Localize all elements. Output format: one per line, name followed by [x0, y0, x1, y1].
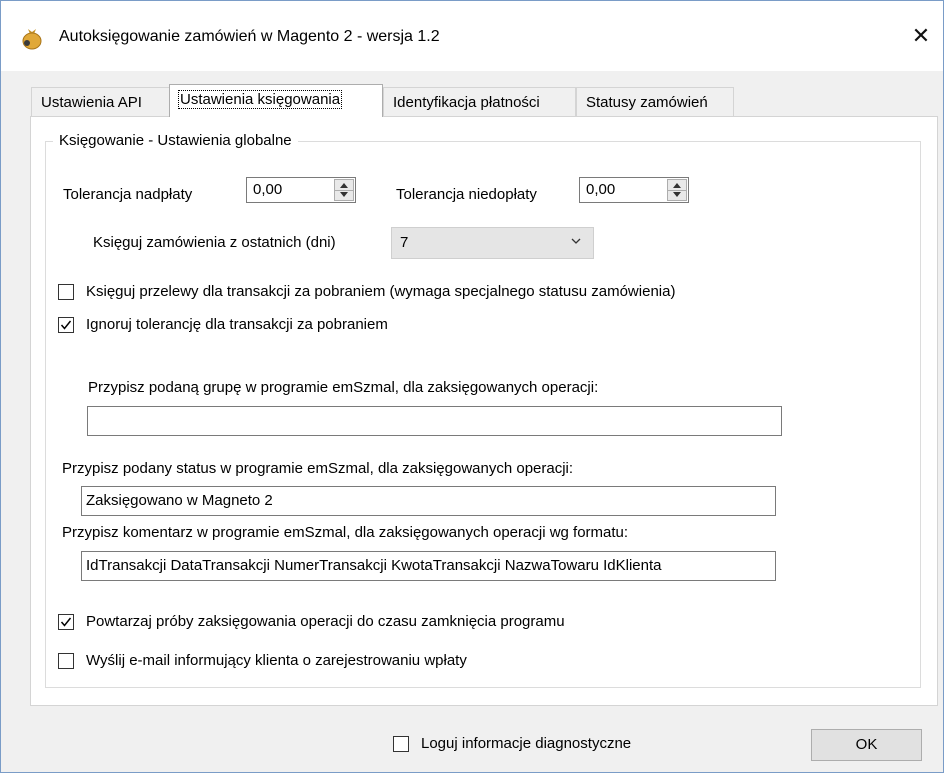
retry-checkbox[interactable]	[58, 614, 74, 630]
tab-payment-identification[interactable]: Identyfikacja płatności	[383, 87, 576, 116]
spin-down-icon[interactable]	[340, 192, 348, 197]
spin-down-icon[interactable]	[673, 192, 681, 197]
underpayment-stepper[interactable]: 0,00	[579, 177, 689, 203]
window-title: Autoksięgowanie zamówień w Magento 2 - w…	[59, 28, 440, 45]
overpayment-stepper[interactable]: 0,00	[246, 177, 356, 203]
tab-accounting-settings[interactable]: Ustawienia księgowania	[169, 84, 383, 117]
tab-order-statuses[interactable]: Statusy zamówień	[576, 87, 734, 116]
ignore-tolerance-checkbox[interactable]	[58, 317, 74, 333]
group-field-label: Przypisz podaną grupę w programie emSzma…	[88, 379, 599, 396]
title-bar: Autoksięgowanie zamówień w Magento 2 - w…	[1, 1, 943, 71]
group-input[interactable]	[87, 406, 782, 436]
ignore-tolerance-label: Ignoruj tolerancję dla transakcji za pob…	[86, 316, 388, 333]
group-title: Księgowanie - Ustawienia globalne	[53, 132, 298, 149]
spin-buttons[interactable]	[667, 179, 687, 201]
retry-label: Powtarzaj próby zaksięgowania operacji d…	[86, 613, 565, 630]
log-diagnostics-label: Loguj informacje diagnostyczne	[421, 735, 632, 752]
status-field-label: Przypisz podany status w programie emSzm…	[62, 460, 574, 477]
overpayment-label: Tolerancja nadpłaty	[63, 186, 193, 203]
underpayment-label: Tolerancja niedopłaty	[396, 186, 537, 203]
status-input[interactable]: Zaksięgowano w Magneto 2	[81, 486, 776, 516]
chevron-down-icon	[571, 238, 581, 244]
send-email-label: Wyślij e-mail informujący klienta o zare…	[86, 652, 467, 669]
close-button[interactable]: ✕	[899, 19, 943, 53]
transfers-cod-checkbox[interactable]	[58, 284, 74, 300]
comment-field-label: Przypisz komentarz w programie emSzmal, …	[62, 524, 629, 541]
spin-buttons[interactable]	[334, 179, 354, 201]
transfers-cod-label: Księguj przelewy dla transakcji za pobra…	[86, 283, 676, 300]
spin-up-icon[interactable]	[673, 183, 681, 188]
spin-up-icon[interactable]	[340, 183, 348, 188]
tab-api-settings[interactable]: Ustawienia API	[31, 87, 171, 116]
checkmark-icon	[60, 320, 72, 330]
days-label: Księguj zamówienia z ostatnich (dni)	[93, 234, 336, 251]
log-diagnostics-checkbox[interactable]	[393, 736, 409, 752]
close-icon: ✕	[911, 23, 931, 48]
dialog-window: Autoksięgowanie zamówień w Magento 2 - w…	[0, 0, 944, 773]
checkmark-icon	[60, 617, 72, 627]
send-email-checkbox[interactable]	[58, 653, 74, 669]
comment-input[interactable]: IdTransakcji DataTransakcji NumerTransak…	[81, 551, 776, 581]
money-bag-icon	[19, 24, 45, 50]
ok-button[interactable]: OK	[811, 729, 922, 761]
days-select[interactable]: 7	[391, 227, 594, 259]
